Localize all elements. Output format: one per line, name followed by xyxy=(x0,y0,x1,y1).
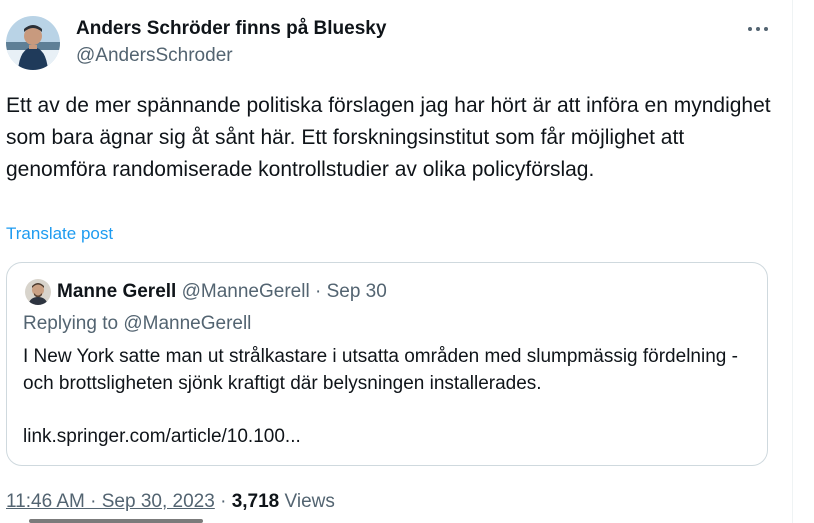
more-options-button[interactable] xyxy=(741,16,775,42)
views-count[interactable]: 3,718 xyxy=(232,491,280,512)
author-handle[interactable]: @AndersSchroder xyxy=(76,44,233,68)
quoted-author-handle: @ManneGerell xyxy=(181,281,310,302)
tweet-timestamp-link[interactable]: 11:46 AM · Sep 30, 2023 xyxy=(6,491,215,512)
views-label: Views xyxy=(279,491,335,512)
metadata-separator: · xyxy=(214,491,232,512)
tweet-detail: Anders Schröder finns på Bluesky @Anders… xyxy=(0,0,814,523)
scroll-indicator xyxy=(29,519,203,523)
author-avatar[interactable] xyxy=(6,16,60,70)
author-display-name[interactable]: Anders Schröder finns på Bluesky xyxy=(76,17,386,41)
more-horizontal-icon xyxy=(748,27,768,31)
quoted-tweet-header: Manne Gerell @ManneGerell · Sep 30 xyxy=(57,280,387,304)
author-avatar-image xyxy=(6,16,60,70)
column-divider xyxy=(792,0,793,523)
quoted-author-name: Manne Gerell xyxy=(57,281,177,302)
translate-post-link[interactable]: Translate post xyxy=(6,222,113,246)
quoted-replying-to: Replying to @ManneGerell xyxy=(23,313,252,334)
quoted-author-avatar-image xyxy=(25,279,51,305)
quoted-author-avatar xyxy=(25,279,51,305)
tweet-text: Ett av de mer spännande politiska försla… xyxy=(6,94,771,181)
quoted-tweet-card[interactable]: Manne Gerell @ManneGerell · Sep 30 Reply… xyxy=(6,262,768,466)
quoted-tweet-link[interactable]: link.springer.com/article/10.100... xyxy=(23,423,301,450)
quoted-separator: · xyxy=(309,281,327,302)
quoted-tweet-text: I New York satte man ut strålkastare i u… xyxy=(23,346,738,394)
quoted-date: Sep 30 xyxy=(326,281,387,302)
tweet-metadata: 11:46 AM · Sep 30, 2023 · 3,718 Views xyxy=(6,490,335,514)
